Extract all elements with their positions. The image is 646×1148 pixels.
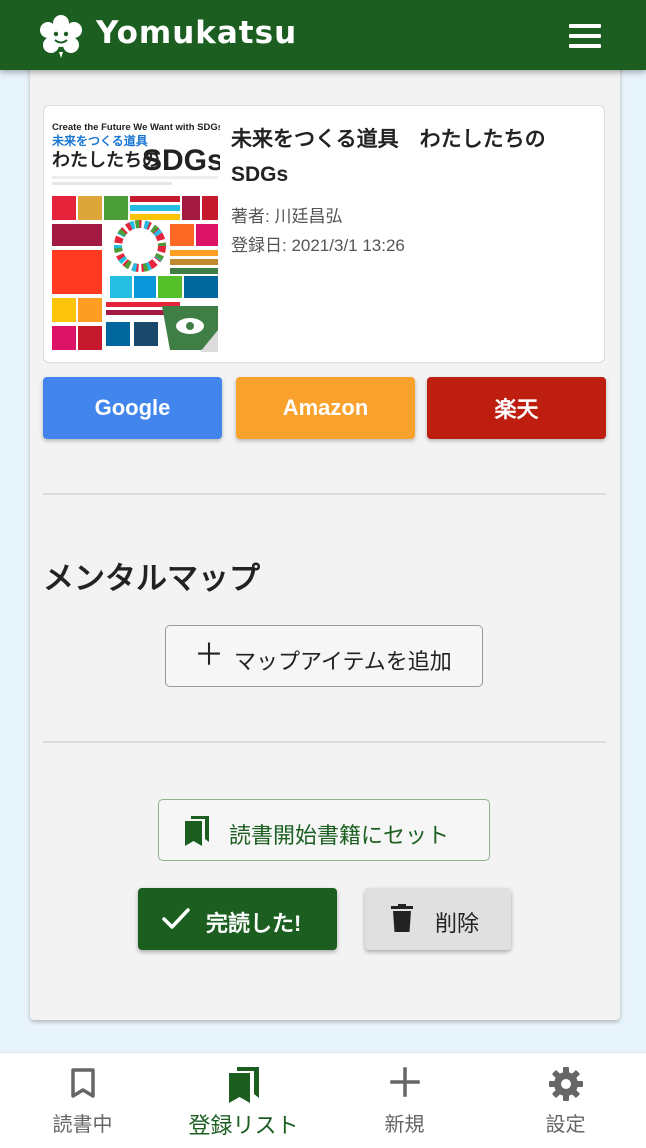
add-map-item-label: マップアイテムを追加 — [234, 649, 452, 674]
nav-label-new: 新規 — [384, 1114, 425, 1136]
bookmarks-icon — [185, 816, 209, 846]
hamburger-menu-icon[interactable] — [566, 22, 604, 50]
bookmark-outline-icon — [70, 1068, 95, 1098]
nav-label-settings: 設定 — [545, 1114, 586, 1136]
mark-finished-label: 完読した! — [206, 911, 302, 936]
nav-item-new[interactable]: 新規 — [324, 1053, 485, 1148]
plus-icon — [389, 1067, 420, 1097]
nav-item-registered-list[interactable]: 登録リスト — [163, 1053, 324, 1148]
shop-links: Google Amazon 楽天 — [43, 377, 606, 439]
cover-line-4: SDGs — [142, 144, 220, 177]
mark-finished-button[interactable]: 完読した! — [138, 888, 337, 950]
book-detail-card: Create the Future We Want with SDGs 未来をつ… — [30, 60, 620, 1020]
app-header: Yomukatsu — [0, 0, 646, 70]
plus-icon: ＋ — [194, 639, 224, 672]
cover-line-1: Create the Future We Want with SDGs — [52, 122, 220, 133]
divider — [43, 741, 606, 743]
bookmarks-icon — [228, 1067, 259, 1103]
set-reading-book-button[interactable]: 読書開始書籍にセット — [158, 799, 490, 861]
book-registered-date: 登録日: 2021/3/1 13:26 — [231, 236, 405, 255]
set-reading-book-label: 読書開始書籍にセット — [229, 823, 450, 848]
gear-icon — [548, 1067, 583, 1101]
amazon-button[interactable]: Amazon — [236, 377, 415, 439]
nav-item-reading[interactable]: 読書中 — [2, 1053, 163, 1148]
trash-icon — [391, 904, 413, 932]
rakuten-button[interactable]: 楽天 — [427, 377, 606, 439]
app-title: Yomukatsu — [96, 15, 298, 51]
flower-logo-icon — [40, 15, 82, 58]
divider — [43, 493, 606, 495]
mental-map-heading: メンタルマップ — [43, 561, 260, 596]
cover-line-2: 未来をつくる道具 — [51, 133, 148, 148]
delete-label: 削除 — [435, 911, 480, 936]
add-map-item-button[interactable]: ＋ マップアイテムを追加 — [165, 625, 483, 687]
book-cover-image: Create the Future We Want with SDGs 未来をつ… — [50, 116, 220, 354]
nav-label-reading: 読書中 — [52, 1114, 113, 1136]
google-search-button[interactable]: Google — [43, 377, 222, 439]
check-icon — [162, 908, 190, 929]
book-info-card: Create the Future We Want with SDGs 未来をつ… — [43, 105, 605, 363]
nav-item-settings[interactable]: 設定 — [485, 1053, 646, 1148]
nav-label-registered-list: 登録リスト — [188, 1113, 299, 1138]
bottom-navigation: 読書中 登録リスト 新規 設定 — [0, 1052, 646, 1148]
book-title: 未来をつくる道具 わたしたちのSDGs — [231, 128, 546, 186]
delete-button[interactable]: 削除 — [365, 888, 511, 950]
book-author: 著者: 川廷昌弘 — [231, 207, 343, 226]
